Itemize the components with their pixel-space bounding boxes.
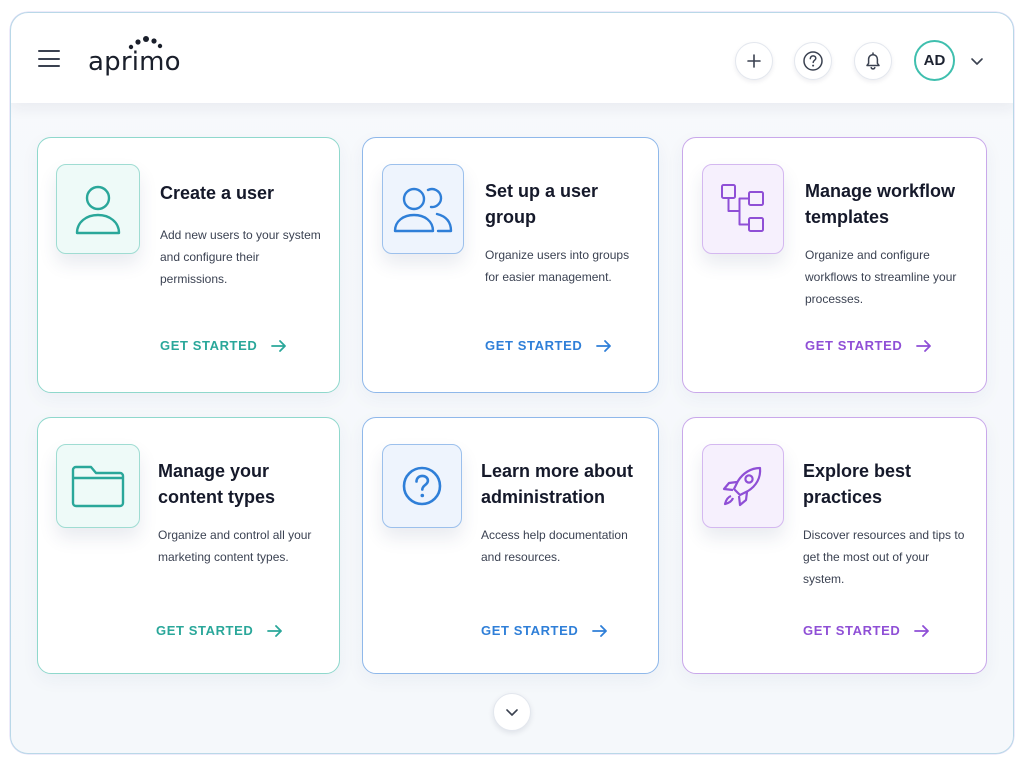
card-description: Organize users into groups for easier ma… xyxy=(485,248,630,284)
add-button[interactable] xyxy=(735,42,773,80)
cta-label: GET STARTED xyxy=(160,338,258,353)
get-started-link[interactable]: GET STARTED xyxy=(481,623,608,638)
arrow-right-icon xyxy=(267,624,283,637)
arrow-right-icon xyxy=(596,339,612,352)
cta-label: GET STARTED xyxy=(805,338,903,353)
app-frame: aprimo AD Create a user Add new users to… xyxy=(10,12,1014,754)
card-title: Set up a user group xyxy=(485,181,599,227)
card-title: Explore best practices xyxy=(803,461,912,507)
card-title: Learn more about administration xyxy=(481,461,634,507)
help-icon xyxy=(803,51,823,71)
card-description: Add new users to your system and configu… xyxy=(160,228,321,286)
menu-icon[interactable] xyxy=(38,50,60,67)
help-button[interactable] xyxy=(794,42,832,80)
card-icon-box xyxy=(702,164,784,254)
chevron-down-icon xyxy=(506,709,518,716)
rocket-icon xyxy=(722,466,762,507)
card-icon-box xyxy=(56,444,140,528)
arrow-right-icon xyxy=(592,624,608,637)
card-description: Access help documentation and resources. xyxy=(481,528,628,564)
card-create-user[interactable]: Create a user Add new users to your syst… xyxy=(37,137,340,393)
card-content-types[interactable]: Manage your content types Organize and c… xyxy=(37,417,340,674)
card-title: Manage workflow templates xyxy=(805,181,956,227)
top-header: aprimo AD xyxy=(11,13,1013,103)
get-started-link[interactable]: GET STARTED xyxy=(160,338,287,353)
card-icon-box xyxy=(56,164,140,254)
plus-icon xyxy=(747,54,761,68)
user-icon xyxy=(75,185,121,235)
user-group-icon xyxy=(393,187,453,233)
card-best-practices[interactable]: Explore best practices Discover resource… xyxy=(682,417,987,674)
cta-label: GET STARTED xyxy=(803,623,901,638)
card-administration[interactable]: Learn more about administration Access h… xyxy=(362,417,659,674)
get-started-link[interactable]: GET STARTED xyxy=(156,623,283,638)
arrow-right-icon xyxy=(914,624,930,637)
card-icon-box xyxy=(382,444,462,528)
card-icon-box xyxy=(382,164,464,254)
card-description: Discover resources and tips to get the m… xyxy=(803,528,965,586)
arrow-right-icon xyxy=(916,339,932,352)
card-description: Organize and control all your marketing … xyxy=(158,528,312,564)
scroll-down-button[interactable] xyxy=(493,693,531,731)
logo-dots-icon xyxy=(128,36,163,50)
arrow-right-icon xyxy=(271,339,287,352)
card-workflow-templates[interactable]: Manage workflow templates Organize and c… xyxy=(682,137,987,393)
app-logo: aprimo xyxy=(88,47,181,77)
folder-icon xyxy=(71,465,125,508)
notifications-button[interactable] xyxy=(854,42,892,80)
card-user-group[interactable]: Set up a user group Organize users into … xyxy=(362,137,659,393)
cta-label: GET STARTED xyxy=(156,623,254,638)
user-avatar[interactable]: AD xyxy=(914,40,955,81)
cta-label: GET STARTED xyxy=(481,623,579,638)
bell-icon xyxy=(866,52,880,70)
get-started-link[interactable]: GET STARTED xyxy=(803,623,930,638)
get-started-link[interactable]: GET STARTED xyxy=(485,338,612,353)
chevron-down-icon[interactable] xyxy=(969,53,985,69)
card-description: Organize and configure workflows to stre… xyxy=(805,248,957,306)
question-icon xyxy=(402,466,442,506)
cta-label: GET STARTED xyxy=(485,338,583,353)
card-title: Create a user xyxy=(160,183,275,203)
workflow-icon xyxy=(721,184,764,232)
card-icon-box xyxy=(702,444,784,528)
get-started-link[interactable]: GET STARTED xyxy=(805,338,932,353)
card-title: Manage your content types xyxy=(158,461,276,507)
